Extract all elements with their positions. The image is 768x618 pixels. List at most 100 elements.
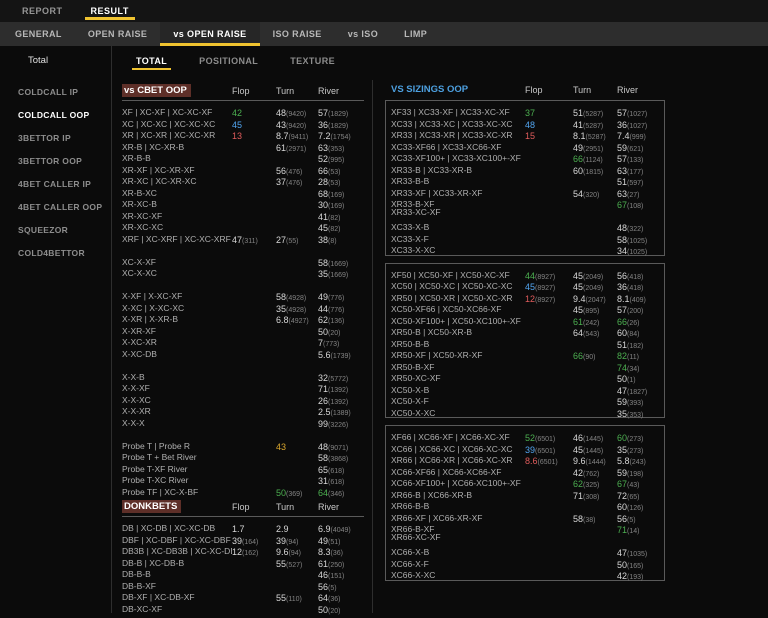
right-column: VS SIZINGS OOP Flop Turn River XF33 | XC… (373, 80, 675, 613)
row-label: X-XC | X-XC-XC (122, 303, 232, 313)
row-label: XC66-X-B (391, 547, 525, 557)
table-row[interactable]: X-XF | X-XC-XF58(4928)49(776) (122, 287, 364, 299)
row-label: XF66 | XC66-XF | XC66-XC-XF (391, 432, 525, 442)
donk-table: DB | XC-DB | XC-XC-DB1.72.96.9(4049) DBF … (122, 519, 364, 611)
sidebar-item-3bettor-ip[interactable]: 3BETTOR IP (0, 126, 111, 149)
row-label: X-X-XC (122, 395, 232, 405)
table-row[interactable]: XF | XC-XF | XC-XC-XF4248(9420)57(1829) (122, 103, 364, 115)
sidebar-items: COLDCALL IPCOLDCALL OOP3BETTOR IP3BETTOR… (0, 80, 111, 264)
turn-value: 27(55) (276, 230, 318, 248)
row-label: XR66-XF | XC66-XR-XF (391, 513, 525, 523)
sizings-section-title: VS SIZINGS OOP (391, 84, 468, 95)
sizings-table-header: VS SIZINGS OOP Flop Turn River (385, 84, 665, 98)
row-label: XC50 | XC50-XC | XC50-XC-XC (391, 281, 525, 291)
row-label: XR50-XC-XF (391, 373, 525, 383)
sidebar-item-4bet-caller-ip[interactable]: 4BET CALLER IP (0, 172, 111, 195)
column-header-turn: Turn (573, 85, 617, 95)
cbet-table-header: vs CBET OOP Flop Turn River (122, 84, 364, 101)
turn-value: 6.8(4927) (276, 310, 318, 328)
row-label: DB-XF | XC-DB-XF (122, 592, 232, 602)
row-label: XF33 | XC33-XF | XC33-XC-XF (391, 107, 525, 117)
row-label: XF | XC-XF | XC-XC-XF (122, 107, 232, 117)
river-value: 42(193) (617, 566, 659, 584)
row-label: X-XC-XR (122, 337, 232, 347)
row-label: XRF | XC-XRF | XC-XC-XRF (122, 234, 232, 244)
sizing-group-2: XF50 | XC50-XF | XC50-XC-XF44(8927)45(20… (385, 263, 665, 419)
flop-value: 12(162) (232, 542, 276, 560)
donk-section-title: DONKBETS (122, 500, 181, 513)
row-label: XR33-XC-XF (391, 207, 525, 217)
navbar-tab-limp[interactable]: LIMP (391, 22, 440, 46)
row-label: XR50-B-B (391, 339, 525, 349)
table-row[interactable]: X-X-B32(5772) (122, 368, 364, 380)
sidebar-item-cold4bettor[interactable]: COLD4BETTOR (0, 241, 111, 264)
row-label: XC33-X-XC (391, 245, 525, 255)
table-row[interactable]: XF50 | XC50-XF | XC50-XC-XF44(8927)45(20… (391, 266, 659, 278)
row-label: Probe T | Probe R (122, 441, 232, 451)
row-label: XC-X-XC (122, 268, 232, 278)
table-row[interactable]: XC66-X-B47(1035) (391, 543, 659, 555)
row-label: XR-XC-XF (122, 211, 232, 221)
row-label: XC33-X-B (391, 222, 525, 232)
navbar-tab-vs-open-raise[interactable]: vs OPEN RAISE (160, 22, 259, 46)
sizing-group-3: XF66 | XC66-XF | XC66-XC-XF52(6501)46(14… (385, 425, 665, 581)
subtab-total[interactable]: TOTAL (120, 46, 183, 76)
sidebar-item-coldcall-ip[interactable]: COLDCALL IP (0, 80, 111, 103)
river-value: 67(108) (617, 195, 659, 213)
turn-value: 61(2971) (276, 138, 318, 156)
sidebar-item-squeezor[interactable]: SQUEEZOR (0, 218, 111, 241)
river-value: 99(3226) (318, 414, 364, 432)
row-label: DBF | XC-DBF | XC-XC-DBF (122, 535, 232, 545)
row-label: XR66-B-B (391, 501, 525, 511)
turn-value: 54(320) (573, 184, 617, 202)
row-label: Probe T-XF River (122, 464, 232, 474)
table-row[interactable]: XF66 | XC66-XF | XC66-XC-XF52(6501)46(14… (391, 428, 659, 440)
row-label: XR50 | XC50-XR | XC50-XC-XR (391, 293, 525, 303)
topbar: REPORTRESULT (0, 0, 768, 23)
flop-value: 13 (232, 126, 276, 144)
navbar-tab-general[interactable]: GENERAL (2, 22, 75, 46)
river-value: 38(8) (318, 230, 364, 248)
row-label: XR-XF | XC-XR-XF (122, 165, 232, 175)
table-row[interactable]: XC-X-XF58(1669) (122, 253, 364, 265)
navbar: GENERALOPEN RAISEvs OPEN RAISEISO RAISEv… (0, 22, 768, 46)
flop-value: 8.6(6501) (525, 451, 573, 469)
navbar-tabs: GENERALOPEN RAISEvs OPEN RAISEISO RAISEv… (2, 22, 440, 46)
navbar-tab-open-raise[interactable]: OPEN RAISE (75, 22, 161, 46)
row-label: X-XR-XF (122, 326, 232, 336)
topbar-tab-result[interactable]: RESULT (77, 0, 143, 22)
sidebar-item-coldcall-oop[interactable]: COLDCALL OOP (0, 103, 111, 126)
row-label: DB-XC-XF (122, 604, 232, 614)
row-label: Probe T + Bet River (122, 452, 232, 462)
row-label: XR33-B-B (391, 176, 525, 186)
column-header-flop: Flop (232, 86, 276, 96)
subtab-texture[interactable]: TEXTURE (274, 46, 351, 76)
row-label: XC66-XF100+ | XC66-XC100+-XF (391, 478, 525, 488)
row-label: XR33-B | XC33-XR-B (391, 165, 525, 175)
row-label: XR33 | XC33-XR | XC33-XC-XR (391, 130, 525, 140)
sidebar-item-3bettor-oop[interactable]: 3BETTOR OOP (0, 149, 111, 172)
row-label: Probe T-XC River (122, 475, 232, 485)
sizing-group-1: XF33 | XC33-XF | XC33-XC-XF3751(5287)57(… (385, 100, 665, 256)
row-label: XC66-XF66 | XC66-XC66-XF (391, 467, 525, 477)
navbar-tab-vs-iso[interactable]: vs ISO (335, 22, 391, 46)
table-row[interactable]: XF33 | XC33-XF | XC33-XC-XF3751(5287)57(… (391, 103, 659, 115)
sidebar-item-4bet-caller-oop[interactable]: 4BET CALLER OOP (0, 195, 111, 218)
table-row[interactable]: Probe T | Probe R4348(9071) (122, 437, 364, 449)
row-label: DB | XC-DB | XC-XC-DB (122, 523, 232, 533)
row-label: XC33-XF66 | XC33-XC66-XF (391, 142, 525, 152)
row-label: XR66-XC-XF (391, 532, 525, 542)
subtab-positional[interactable]: POSITIONAL (183, 46, 274, 76)
table-row[interactable]: DB | XC-DB | XC-XC-DB1.72.96.9(4049) (122, 519, 364, 531)
row-label: XR-XC-B (122, 199, 232, 209)
row-label: XC-X-XF (122, 257, 232, 267)
row-label: XR-XC-XC (122, 222, 232, 232)
table-row[interactable]: XC33-X-B48(322) (391, 218, 659, 230)
sidebar-header-total[interactable]: Total (0, 46, 111, 80)
navbar-tab-iso-raise[interactable]: ISO RAISE (260, 22, 335, 46)
row-label: XR-B-B (122, 153, 232, 163)
row-label: DB-B | XC-DB-B (122, 558, 232, 568)
column-header-flop: Flop (525, 85, 573, 95)
turn-value: 50(369) (276, 483, 318, 501)
topbar-tab-report[interactable]: REPORT (8, 0, 77, 22)
